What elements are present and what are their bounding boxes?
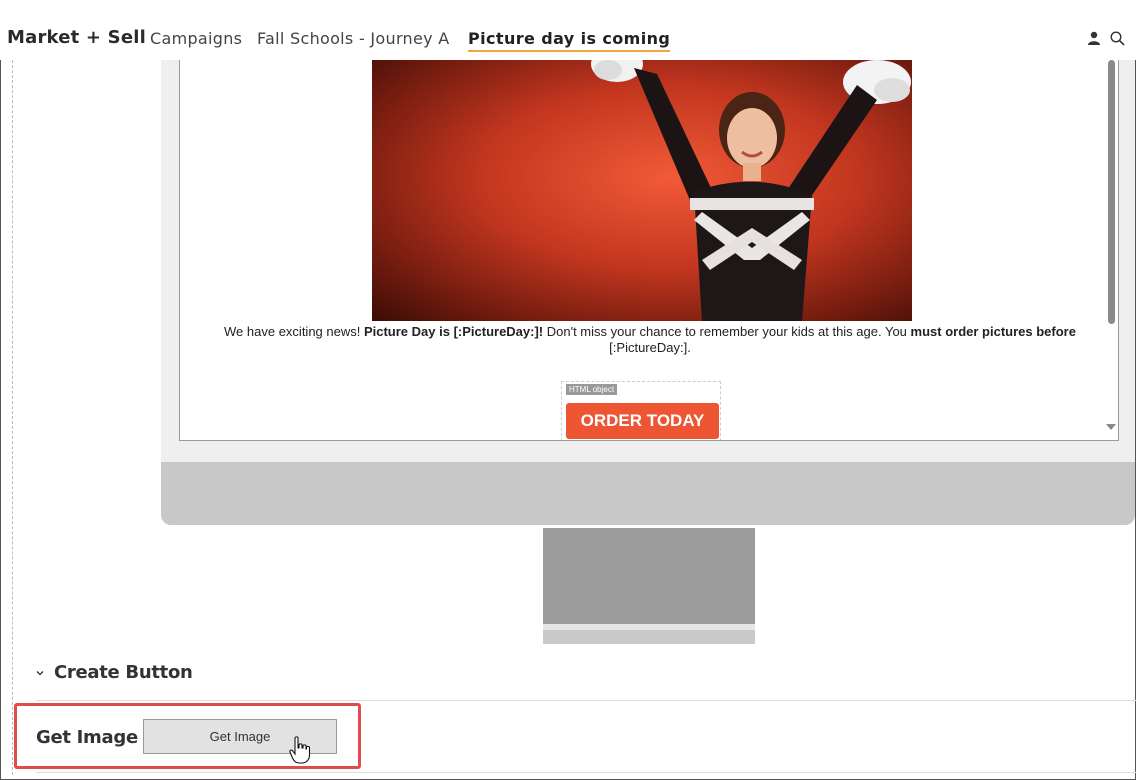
bottom-divider xyxy=(36,772,1136,773)
section-title: Create Button xyxy=(54,662,193,683)
html-object-tag: HTML object xyxy=(566,384,618,395)
email-body-text: We have exciting news! Picture Day is [:… xyxy=(220,324,1080,356)
body-text-middle: Don't miss your chance to remember your … xyxy=(543,324,911,339)
breadcrumb-current-email[interactable]: Picture day is coming xyxy=(468,29,671,52)
breadcrumb-campaigns[interactable]: Campaigns xyxy=(150,29,242,48)
brand-logo[interactable]: Market + Sell xyxy=(7,27,146,48)
create-button-section-toggle[interactable]: Create Button xyxy=(36,662,193,683)
chevron-down-icon xyxy=(36,670,44,675)
top-navigation: Market + Sell Campaigns Fall Schools - J… xyxy=(0,0,1136,60)
preview-scrollbar[interactable] xyxy=(1105,60,1117,440)
get-image-label: Get Image xyxy=(36,727,138,748)
search-icon[interactable] xyxy=(1110,31,1125,46)
scrollbar-thumb[interactable] xyxy=(1108,60,1115,324)
html-object-block[interactable]: HTML object ORDER TODAY xyxy=(561,381,721,440)
page-guide-line xyxy=(12,60,13,775)
body-text-intro: We have exciting news! xyxy=(224,324,364,339)
monitor-stand xyxy=(543,528,755,624)
section-divider xyxy=(36,700,1136,701)
user-icon[interactable] xyxy=(1087,31,1101,45)
order-today-button[interactable]: ORDER TODAY xyxy=(566,403,719,439)
breadcrumb-journey[interactable]: Fall Schools - Journey A xyxy=(257,29,450,48)
email-preview[interactable]: We have exciting news! Picture Day is [:… xyxy=(179,60,1119,441)
scroll-down-arrow-icon[interactable] xyxy=(1106,424,1116,430)
hand-pointer-cursor-icon xyxy=(289,736,311,764)
body-text-picture-day: Picture Day is [:PictureDay:]! xyxy=(363,324,544,339)
hero-image[interactable] xyxy=(372,60,912,321)
monitor-stand-foot xyxy=(543,630,755,644)
body-text-end: [:PictureDay:]. xyxy=(609,340,691,355)
cheerleader-photo xyxy=(591,60,911,321)
body-text-must-order: must order pictures before xyxy=(910,324,1076,339)
